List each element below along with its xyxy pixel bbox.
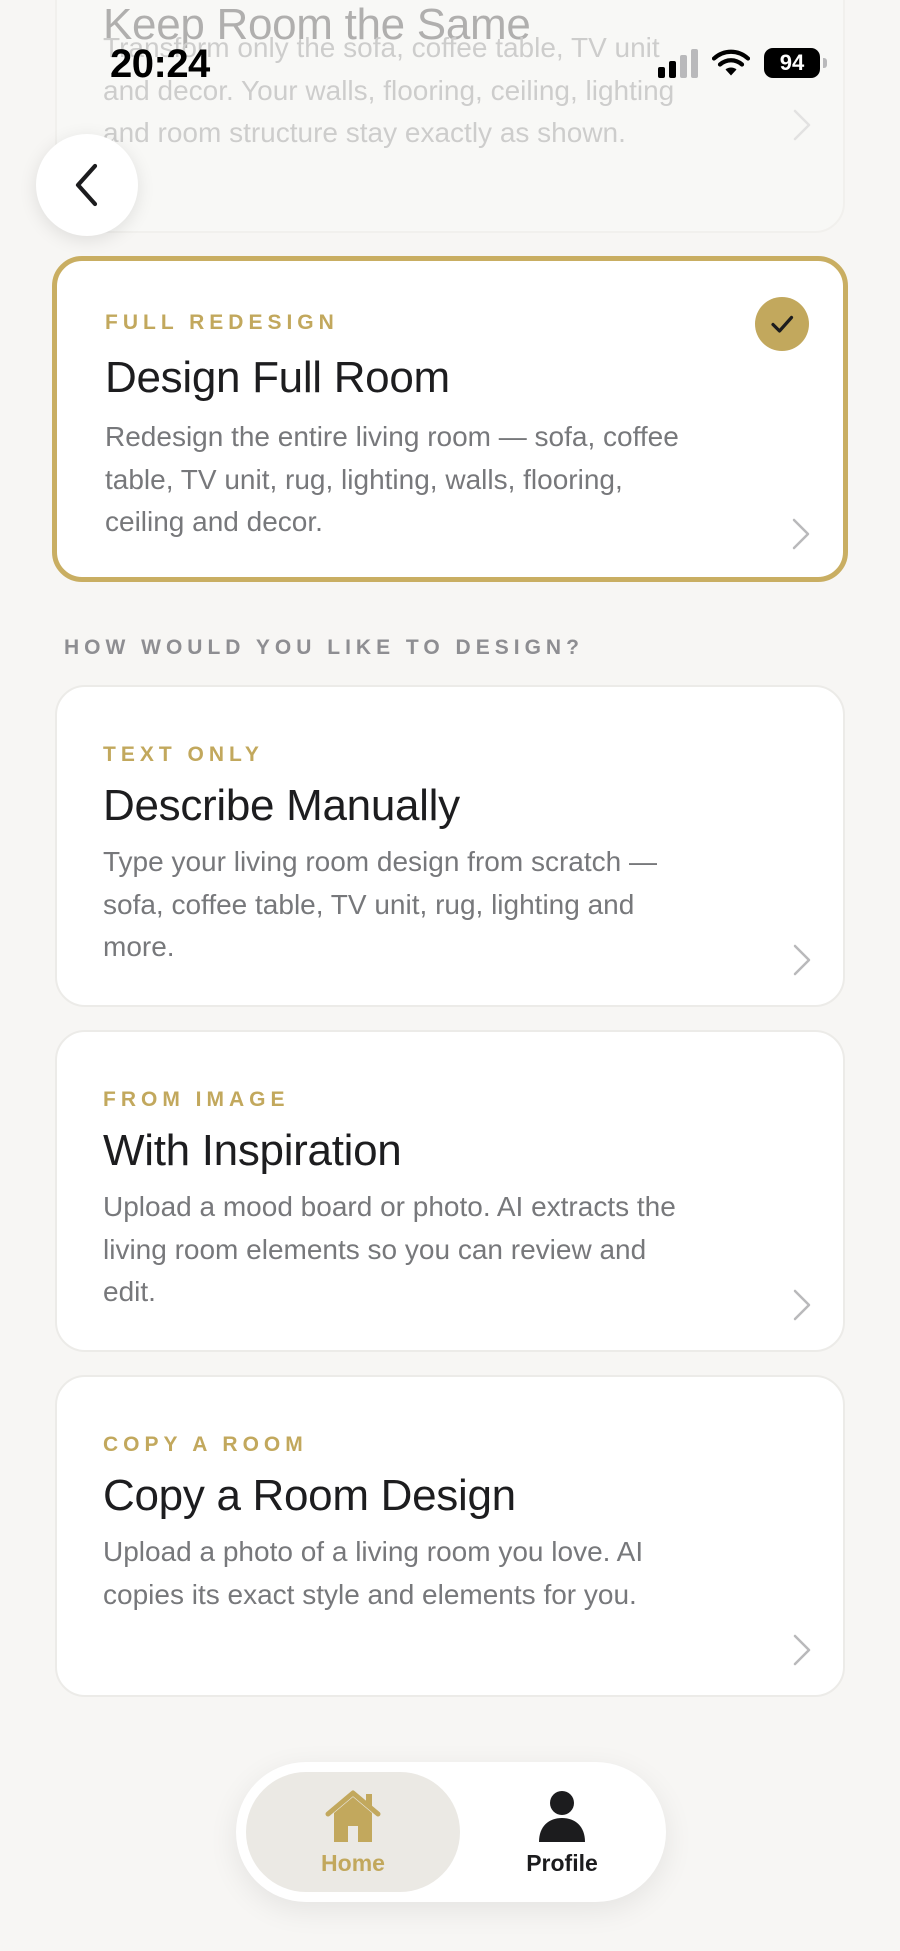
cellular-signal-icon (658, 48, 698, 78)
card-description: Upload a mood board or photo. AI extract… (103, 1191, 676, 1307)
card-title: Copy a Room Design (103, 1471, 516, 1520)
design-full-room-title: Design Full Room (105, 353, 450, 402)
person-icon (539, 1790, 585, 1842)
tab-profile-label: Profile (526, 1849, 598, 1876)
section-heading: HOW WOULD YOU LIKE TO DESIGN? (64, 636, 584, 659)
battery-icon: 94 (764, 48, 827, 78)
card-eyebrow: COPY A ROOM (103, 1433, 308, 1456)
home-icon (325, 1790, 381, 1842)
copy-room-design-card[interactable]: COPY A ROOM Copy a Room Design Upload a … (55, 1375, 845, 1697)
chevron-right-icon (791, 108, 813, 142)
wifi-icon (712, 49, 750, 77)
checkmark-icon (755, 297, 809, 351)
tab-home[interactable]: Home (246, 1772, 460, 1892)
battery-level: 94 (779, 50, 805, 75)
status-indicators: 94 (658, 48, 827, 78)
chevron-right-icon (791, 943, 813, 977)
keep-room-same-card[interactable]: Keep Room the Same Transform only the so… (55, 0, 845, 233)
status-time: 20:24 (110, 42, 210, 86)
describe-manually-card[interactable]: TEXT ONLY Describe Manually Type your li… (55, 685, 845, 1007)
chevron-right-icon (790, 517, 812, 551)
card-eyebrow: FROM IMAGE (103, 1088, 290, 1111)
with-inspiration-card[interactable]: FROM IMAGE With Inspiration Upload a moo… (55, 1030, 845, 1352)
card-description: Upload a photo of a living room you love… (103, 1536, 644, 1610)
chevron-left-icon (75, 163, 98, 207)
tab-home-label: Home (321, 1849, 385, 1876)
card-title: With Inspiration (103, 1126, 402, 1175)
chevron-right-icon (791, 1633, 813, 1667)
card-description: Type your living room design from scratc… (103, 846, 657, 962)
design-mode-screen: Keep Room the Same Transform only the so… (0, 0, 900, 1951)
card-title: Describe Manually (103, 781, 460, 830)
tab-bar: Home Profile (236, 1762, 666, 1902)
design-full-room-card[interactable]: FULL REDESIGN Design Full Room Redesign … (52, 256, 848, 582)
card-eyebrow: FULL REDESIGN (105, 311, 339, 334)
design-full-room-description: Redesign the entire living room — sofa, … (105, 421, 679, 537)
chevron-right-icon (791, 1288, 813, 1322)
back-button[interactable] (36, 134, 138, 236)
tab-profile[interactable]: Profile (468, 1772, 656, 1892)
card-eyebrow: TEXT ONLY (103, 743, 264, 766)
